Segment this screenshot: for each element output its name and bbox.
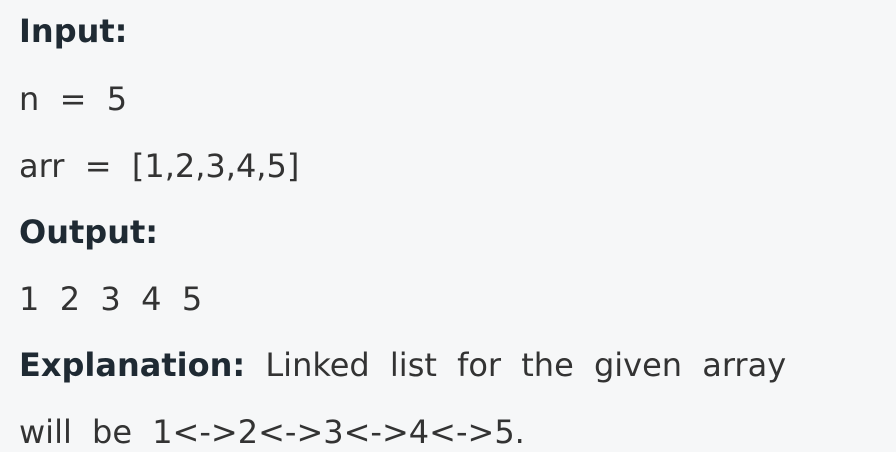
explanation-continuation: will be 1<->2<->3<->4<->5. xyxy=(19,413,525,451)
output-value-line: 1 2 3 4 5 xyxy=(19,280,203,318)
explanation-text: Linked list for the given array xyxy=(245,346,787,384)
explanation-label: Explanation: xyxy=(19,346,246,384)
input-label: Input: xyxy=(19,12,128,50)
n-value-line: n = 5 xyxy=(19,80,128,118)
output-label: Output: xyxy=(19,213,159,251)
explanation-line: Explanation: Linked list for the given a… xyxy=(19,345,786,385)
example-block: Input: n = 5 arr = [1,2,3,4,5] Output: 1… xyxy=(0,0,896,451)
array-value-line: arr = [1,2,3,4,5] xyxy=(19,147,300,185)
